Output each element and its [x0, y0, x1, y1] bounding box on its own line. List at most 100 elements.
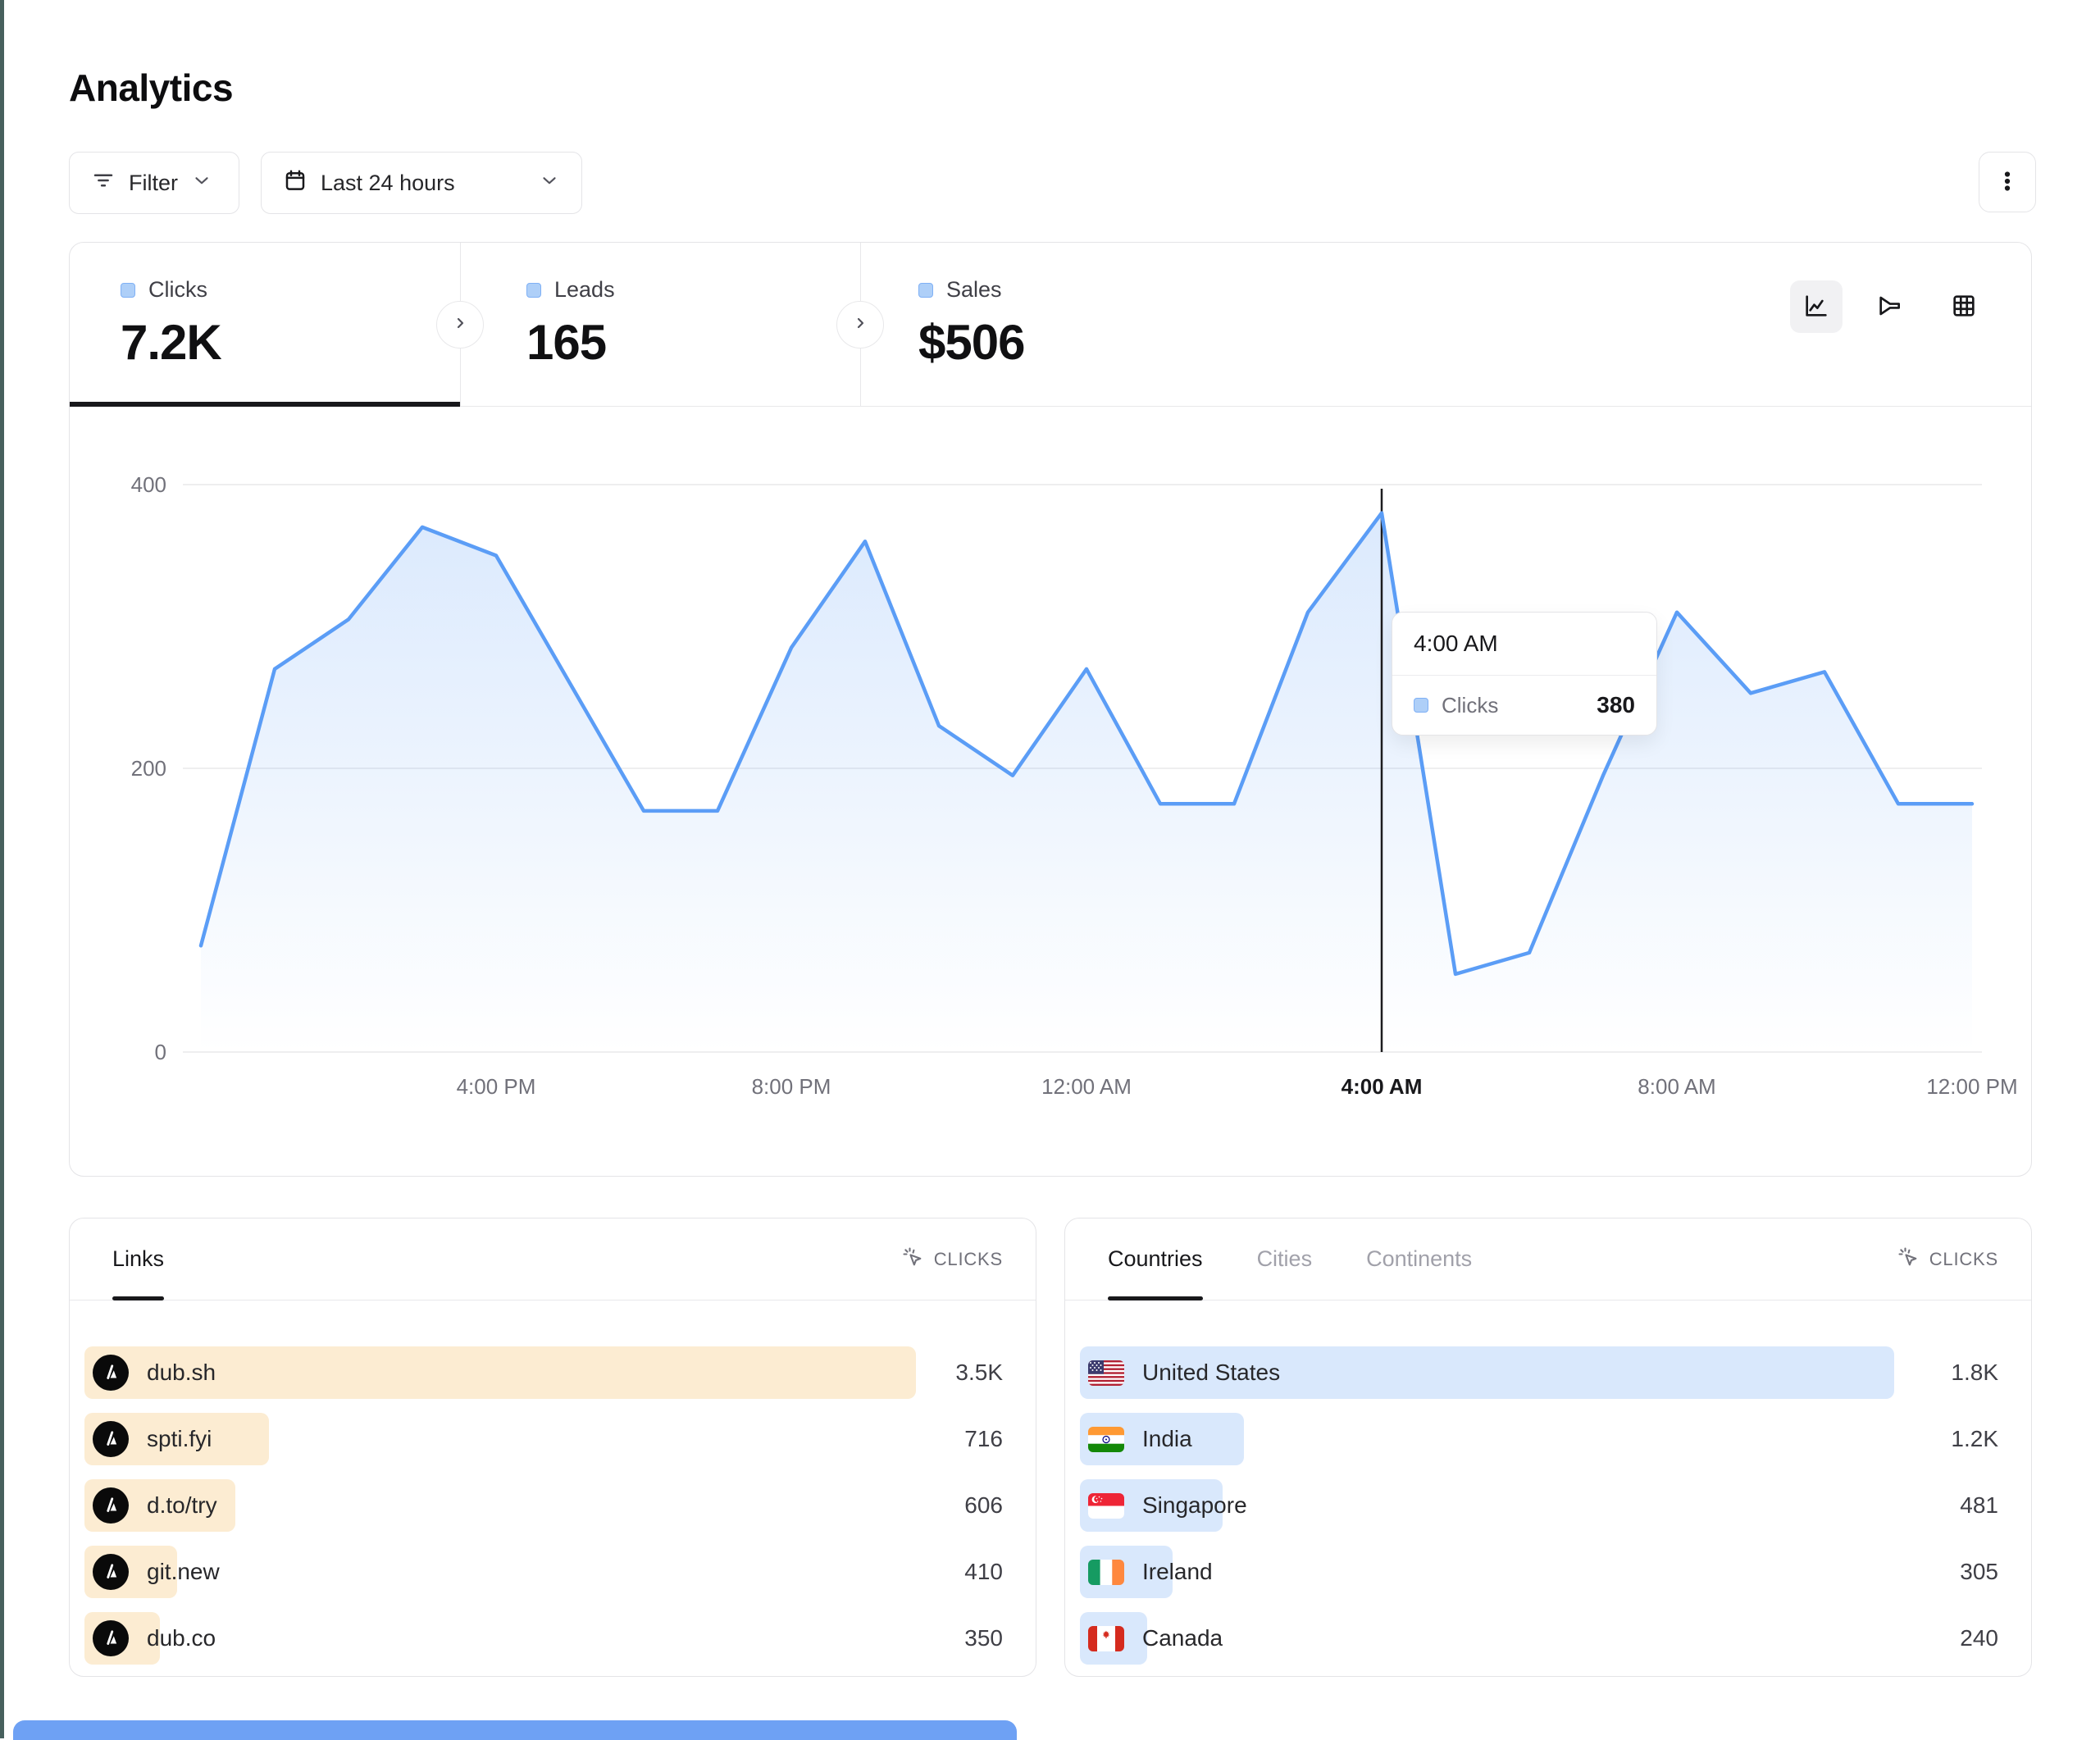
clicks-tab-label: Clicks	[148, 277, 207, 303]
chart-type-toggle	[1790, 280, 1990, 333]
funnel-icon	[1877, 293, 1903, 321]
list-item-label: India	[1142, 1426, 1192, 1452]
dub-logo-icon	[93, 1487, 129, 1524]
dub-logo-icon	[93, 1620, 129, 1656]
chevron-right-icon	[450, 313, 470, 337]
list-item-label: dub.co	[147, 1625, 216, 1651]
list-item[interactable]: United States 1.8K	[1080, 1346, 1998, 1399]
dub-logo-icon	[93, 1355, 129, 1391]
list-item-value: 481	[1920, 1492, 1998, 1519]
analytics-card: Clicks 7.2K Leads 165 Sales $506	[69, 242, 2032, 1177]
list-item[interactable]: git.new410	[84, 1546, 1003, 1598]
leads-value: 165	[526, 314, 860, 371]
list-item-label: Ireland	[1142, 1559, 1213, 1585]
list-item[interactable]: Canada240	[1080, 1612, 1998, 1665]
svg-text:0: 0	[155, 1040, 166, 1064]
tab-sales[interactable]: Sales $506	[860, 243, 1260, 406]
list-item[interactable]: dub.co 350	[84, 1612, 1003, 1665]
list-item-value: 606	[924, 1492, 1003, 1519]
tab-countries[interactable]: Countries	[1108, 1218, 1203, 1300]
svg-text:12:00 PM: 12:00 PM	[1926, 1074, 2017, 1099]
tooltip-series-label: Clicks	[1442, 693, 1498, 718]
page-title: Analytics	[69, 66, 233, 110]
list-item-value: 240	[1920, 1625, 1998, 1651]
dub-logo-icon	[93, 1421, 129, 1457]
table-view-button[interactable]	[1938, 280, 1990, 333]
list-item[interactable]: dub.sh 3.5K	[84, 1346, 1003, 1399]
list-item-value: 716	[924, 1426, 1003, 1452]
list-item-value: 350	[924, 1625, 1003, 1651]
chart-canvas[interactable]: 02004004:00 PM8:00 PM12:00 AM4:00 AM8:00…	[70, 407, 2031, 1177]
tab-links[interactable]: Links	[112, 1218, 164, 1300]
list-item[interactable]: d.to/try 606	[84, 1479, 1003, 1532]
svg-text:12:00 AM: 12:00 AM	[1041, 1074, 1132, 1099]
cursor-click-icon	[901, 1246, 924, 1273]
links-list: dub.sh 3.5K spti.fyi 716 d.to/try 606 git.new4…	[70, 1300, 1036, 1665]
countries-metric-label: CLICKS	[1929, 1249, 1998, 1270]
links-panel: Links CLICKS dub.sh 3.5K spti.fyi 716 d.to/t…	[69, 1218, 1036, 1677]
chevron-down-icon	[191, 170, 212, 197]
countries-panel: Countries Cities Continents CLICKS Unite…	[1064, 1218, 2032, 1677]
tab-cities[interactable]: Cities	[1257, 1218, 1313, 1300]
calendar-icon	[283, 168, 307, 198]
svg-text:8:00 AM: 8:00 AM	[1638, 1074, 1715, 1099]
chart-tooltip: 4:00 AM Clicks 380	[1392, 612, 1657, 736]
tooltip-time: 4:00 AM	[1392, 613, 1656, 676]
funnel-view-button[interactable]	[1864, 280, 1916, 333]
kebab-menu-icon	[1995, 169, 2020, 196]
bottom-banner	[13, 1720, 1017, 1740]
list-item[interactable]: India 1.2K	[1080, 1413, 1998, 1465]
list-item-value: 305	[1920, 1559, 1998, 1585]
chevron-right-icon	[850, 313, 870, 337]
list-item-label: spti.fyi	[147, 1426, 212, 1452]
expand-clicks-button[interactable]	[436, 301, 484, 348]
list-item[interactable]: Singapore 481	[1080, 1479, 1998, 1532]
leads-legend-swatch	[526, 283, 541, 298]
tab-leads[interactable]: Leads 165	[460, 243, 860, 406]
filter-button[interactable]: Filter	[69, 152, 239, 214]
date-range-button[interactable]: Last 24 hours	[261, 152, 582, 214]
ireland-flag-icon	[1088, 1560, 1124, 1585]
svg-text:4:00 AM: 4:00 AM	[1342, 1074, 1423, 1099]
tab-clicks[interactable]: Clicks 7.2K	[70, 243, 460, 406]
filter-lines-icon	[91, 168, 116, 198]
list-item-value: 3.5K	[924, 1360, 1003, 1386]
list-item-label: United States	[1142, 1360, 1280, 1386]
sales-legend-swatch	[918, 283, 933, 298]
clicks-timeseries-chart[interactable]: 02004004:00 PM8:00 PM12:00 AM4:00 AM8:00…	[70, 407, 2031, 1177]
canada-flag-icon	[1088, 1626, 1124, 1651]
chevron-down-icon	[539, 170, 560, 197]
list-item-label: git.new	[147, 1559, 220, 1585]
svg-text:200: 200	[131, 756, 166, 781]
left-edge-accent	[0, 0, 4, 1738]
sales-tab-label: Sales	[946, 277, 1002, 303]
list-item-label: d.to/try	[147, 1492, 217, 1519]
list-item[interactable]: Ireland 305	[1080, 1546, 1998, 1598]
cursor-click-icon	[1897, 1246, 1920, 1273]
links-metric-selector[interactable]: CLICKS	[901, 1218, 1003, 1300]
list-item-value: 1.8K	[1920, 1360, 1998, 1386]
links-metric-label: CLICKS	[934, 1249, 1003, 1270]
line-chart-view-button[interactable]	[1790, 280, 1843, 333]
svg-text:400: 400	[131, 472, 166, 497]
date-range-label: Last 24 hours	[321, 171, 455, 196]
leads-tab-label: Leads	[554, 277, 615, 303]
expand-leads-button[interactable]	[836, 301, 884, 348]
us-flag-icon	[1088, 1360, 1124, 1386]
dub-logo-icon	[93, 1554, 129, 1590]
countries-list: United States 1.8K India 1.2K Singapore 481 Ir…	[1065, 1300, 2031, 1665]
india-flag-icon	[1088, 1427, 1124, 1452]
tooltip-legend-swatch	[1414, 698, 1428, 713]
svg-text:4:00 PM: 4:00 PM	[457, 1074, 536, 1099]
list-item-value: 1.2K	[1920, 1426, 1998, 1452]
singapore-flag-icon	[1088, 1493, 1124, 1519]
sales-value: $506	[918, 314, 1260, 371]
line-chart-icon	[1803, 293, 1829, 321]
list-item-label: Singapore	[1142, 1492, 1247, 1519]
grid-icon	[1951, 293, 1977, 321]
tab-continents[interactable]: Continents	[1366, 1218, 1472, 1300]
list-item-label: dub.sh	[147, 1360, 216, 1386]
more-options-button[interactable]	[1979, 152, 2036, 212]
countries-metric-selector[interactable]: CLICKS	[1897, 1218, 1998, 1300]
list-item[interactable]: spti.fyi 716	[84, 1413, 1003, 1465]
